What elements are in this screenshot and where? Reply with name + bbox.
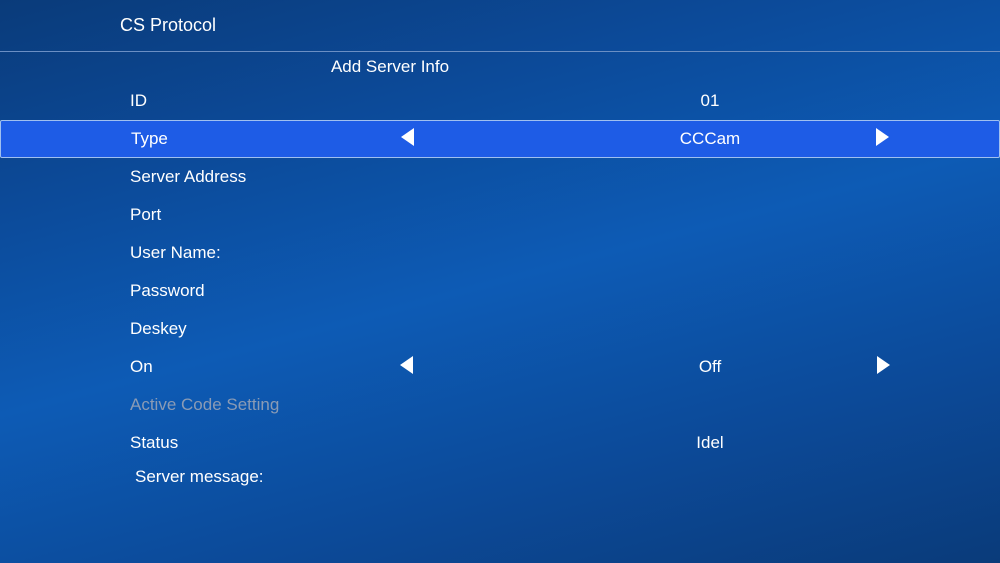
row-status-label: Status [100, 433, 400, 453]
row-deskey-label: Deskey [100, 319, 400, 339]
row-server-address-label: Server Address [100, 167, 400, 187]
row-active-code: Active Code Setting [0, 386, 1000, 424]
chevron-right-icon [876, 128, 889, 146]
chevron-right-icon [877, 356, 890, 374]
row-port-label: Port [100, 205, 400, 225]
type-arrow-left-wrap[interactable] [401, 128, 414, 151]
page-header: CS Protocol [0, 0, 1000, 51]
row-id-label: ID [100, 91, 400, 111]
type-arrow-right-wrap[interactable] [876, 128, 889, 151]
row-status-value-area: Idel [400, 433, 900, 453]
row-password[interactable]: Password [0, 272, 1000, 310]
row-password-label: Password [100, 281, 400, 301]
row-id-value: 01 [400, 91, 900, 111]
row-type-label: Type [101, 129, 401, 149]
content-area: Add Server Info ID 01 Type CCCam Server … [0, 52, 1000, 492]
row-type[interactable]: Type CCCam [0, 120, 1000, 158]
row-port[interactable]: Port [0, 196, 1000, 234]
row-type-value: CCCam [401, 129, 899, 149]
chevron-left-icon [401, 128, 414, 146]
chevron-left-icon [400, 356, 413, 374]
row-user-name-label: User Name: [100, 243, 400, 263]
row-server-address[interactable]: Server Address [0, 158, 1000, 196]
row-status-value: Idel [400, 433, 900, 453]
row-active-code-label: Active Code Setting [100, 395, 400, 415]
row-on-value-area: Off [400, 357, 900, 377]
row-id[interactable]: ID 01 [0, 82, 1000, 120]
row-on-value: Off [400, 357, 900, 377]
row-server-message: Server message: [0, 462, 1000, 492]
row-status: Status Idel [0, 424, 1000, 462]
row-on[interactable]: On Off [0, 348, 1000, 386]
on-arrow-left-wrap[interactable] [400, 356, 413, 379]
page-title: CS Protocol [120, 15, 1000, 36]
row-on-label: On [100, 357, 400, 377]
row-type-value-area: CCCam [401, 129, 899, 149]
on-arrow-right-wrap[interactable] [877, 356, 890, 379]
row-deskey[interactable]: Deskey [0, 310, 1000, 348]
row-user-name[interactable]: User Name: [0, 234, 1000, 272]
section-title: Add Server Info [240, 57, 540, 77]
row-id-value-area: 01 [400, 91, 900, 111]
row-server-message-label: Server message: [135, 467, 264, 487]
